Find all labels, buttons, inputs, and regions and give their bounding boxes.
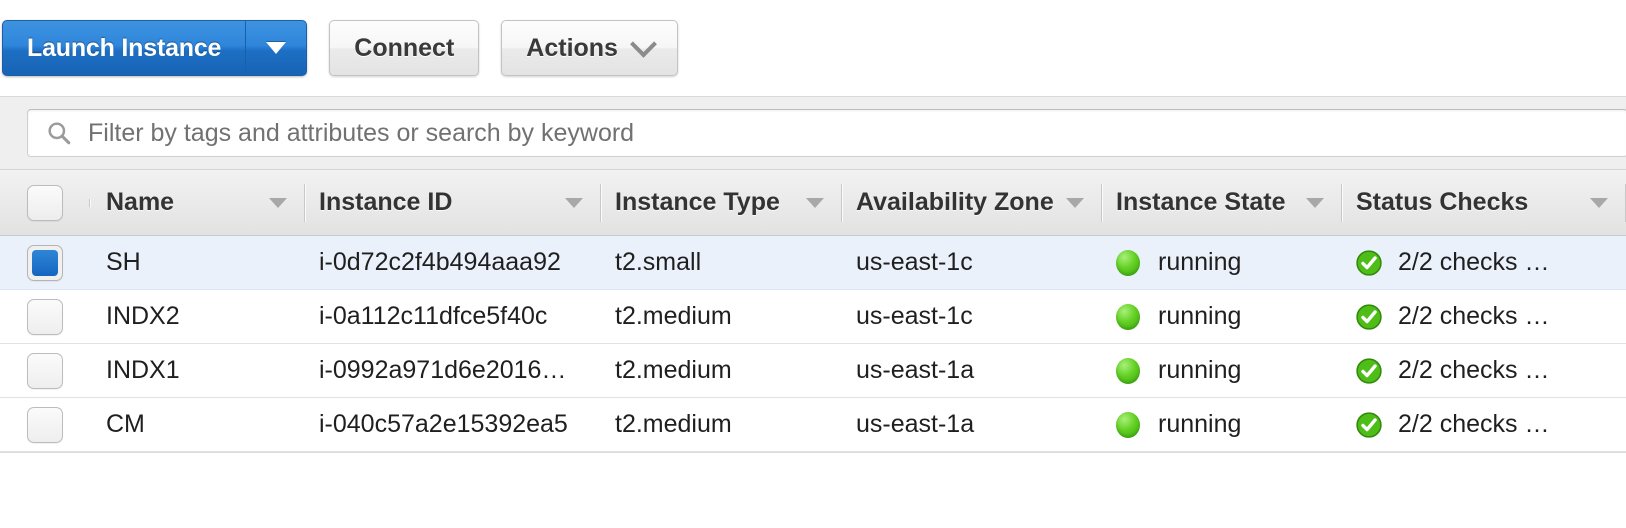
column-header-availability-zone[interactable]: Availability Zone xyxy=(842,170,1102,236)
connect-button[interactable]: Connect xyxy=(329,20,480,76)
search-input[interactable]: Filter by tags and attributes or search … xyxy=(27,109,1626,157)
table-row[interactable]: CM i-040c57a2e15392ea5 t2.medium us-east-1a… xyxy=(0,398,1626,452)
cell-instance-type: t2.small xyxy=(615,248,702,276)
toolbar: Launch Instance Connect Actions xyxy=(0,0,1626,96)
status-checks-label: 2/2 checks … xyxy=(1398,356,1550,384)
caret-down-icon xyxy=(266,42,287,54)
column-header-status-checks[interactable]: Status Checks xyxy=(1342,170,1626,236)
checkbox-icon xyxy=(27,298,63,335)
filter-bar: Filter by tags and attributes or search … xyxy=(0,96,1626,170)
launch-instance-dropdown-button[interactable] xyxy=(245,20,308,76)
row-checkbox[interactable] xyxy=(0,244,90,281)
select-all-checkbox[interactable] xyxy=(0,184,90,221)
green-check-icon xyxy=(1356,249,1382,276)
caret-down-icon xyxy=(565,197,583,208)
caret-down-icon xyxy=(1066,197,1084,208)
cell-status-checks: 2/2 checks … xyxy=(1342,248,1626,277)
cell-name: CM xyxy=(106,410,145,438)
cell-availability-zone: us-east-1a xyxy=(856,356,975,384)
cell-instance-id: i-040c57a2e15392ea5 xyxy=(319,410,568,438)
green-circle-icon xyxy=(1116,249,1140,276)
table-bottom-border xyxy=(0,452,1626,453)
column-header-label: Status Checks xyxy=(1356,188,1529,216)
launch-instance-button[interactable]: Launch Instance xyxy=(2,20,246,76)
table-row[interactable]: INDX1 i-0992a971d6e2016… t2.medium us-east-… xyxy=(0,344,1626,398)
green-check-icon xyxy=(1356,411,1382,438)
cell-instance-id: i-0d72c2f4b494aaa92 xyxy=(319,248,561,276)
row-checkbox[interactable] xyxy=(0,298,90,335)
cell-status-checks: 2/2 checks … xyxy=(1342,410,1626,439)
column-header-label: Instance State xyxy=(1116,188,1286,216)
search-icon xyxy=(48,122,71,145)
table-body: SH i-0d72c2f4b494aaa92 t2.small us-east-1c r… xyxy=(0,236,1626,452)
cell-instance-state: running xyxy=(1102,410,1342,439)
checkbox-icon xyxy=(27,406,63,443)
cell-instance-type: t2.medium xyxy=(615,302,732,330)
column-header-label: Instance Type xyxy=(615,188,780,216)
cell-availability-zone: us-east-1a xyxy=(856,410,975,438)
instance-state-label: running xyxy=(1158,302,1242,330)
status-checks-label: 2/2 checks … xyxy=(1398,410,1550,438)
launch-instance-button-group: Launch Instance xyxy=(2,20,308,76)
column-header-instance-id[interactable]: Instance ID xyxy=(305,170,601,236)
cell-instance-id: i-0992a971d6e2016… xyxy=(319,356,567,384)
status-checks-label: 2/2 checks … xyxy=(1398,302,1550,330)
cell-instance-state: running xyxy=(1102,356,1342,385)
column-header-name[interactable]: Name xyxy=(90,170,305,236)
cell-instance-state: running xyxy=(1102,302,1342,331)
cell-instance-type: t2.medium xyxy=(615,356,732,384)
column-header-label: Availability Zone xyxy=(856,188,1054,216)
cell-instance-type: t2.medium xyxy=(615,410,732,438)
column-header-label: Instance ID xyxy=(319,188,453,216)
checkbox-icon xyxy=(27,244,63,281)
table-header-row: Name Instance ID Instance Type Availabil… xyxy=(0,170,1626,236)
green-circle-icon xyxy=(1116,411,1140,438)
column-header-instance-type[interactable]: Instance Type xyxy=(601,170,842,236)
cell-instance-state: running xyxy=(1102,248,1342,277)
cell-name: SH xyxy=(106,248,141,276)
cell-availability-zone: us-east-1c xyxy=(856,248,973,276)
chevron-down-icon xyxy=(630,30,657,58)
column-header-label: Name xyxy=(106,188,175,216)
checkbox-icon xyxy=(27,184,63,221)
green-check-icon xyxy=(1356,357,1382,384)
cell-status-checks: 2/2 checks … xyxy=(1342,356,1626,385)
green-check-icon xyxy=(1356,303,1382,330)
table-row[interactable]: INDX2 i-0a112c11dfce5f40c t2.medium us-east… xyxy=(0,290,1626,344)
instances-table: Name Instance ID Instance Type Availabil… xyxy=(0,170,1626,453)
row-checkbox[interactable] xyxy=(0,406,90,443)
instance-state-label: running xyxy=(1158,410,1242,438)
green-circle-icon xyxy=(1116,303,1140,330)
caret-down-icon xyxy=(269,197,287,208)
checkbox-icon xyxy=(27,352,63,389)
caret-down-icon xyxy=(1590,197,1608,208)
caret-down-icon xyxy=(1306,197,1324,208)
instance-state-label: running xyxy=(1158,356,1242,384)
column-header-instance-state[interactable]: Instance State xyxy=(1102,170,1342,236)
cell-name: INDX2 xyxy=(106,302,180,330)
status-checks-label: 2/2 checks … xyxy=(1398,248,1550,276)
cell-name: INDX1 xyxy=(106,356,180,384)
table-row[interactable]: SH i-0d72c2f4b494aaa92 t2.small us-east-1c r… xyxy=(0,236,1626,290)
caret-down-icon xyxy=(806,197,824,208)
cell-availability-zone: us-east-1c xyxy=(856,302,973,330)
green-circle-icon xyxy=(1116,357,1140,384)
instance-state-label: running xyxy=(1158,248,1242,276)
cell-instance-id: i-0a112c11dfce5f40c xyxy=(319,302,548,330)
cell-status-checks: 2/2 checks … xyxy=(1342,302,1626,331)
actions-button-label: Actions xyxy=(526,33,618,62)
row-checkbox[interactable] xyxy=(0,352,90,389)
search-input-placeholder: Filter by tags and attributes or search … xyxy=(88,118,635,147)
actions-button[interactable]: Actions xyxy=(501,20,678,76)
